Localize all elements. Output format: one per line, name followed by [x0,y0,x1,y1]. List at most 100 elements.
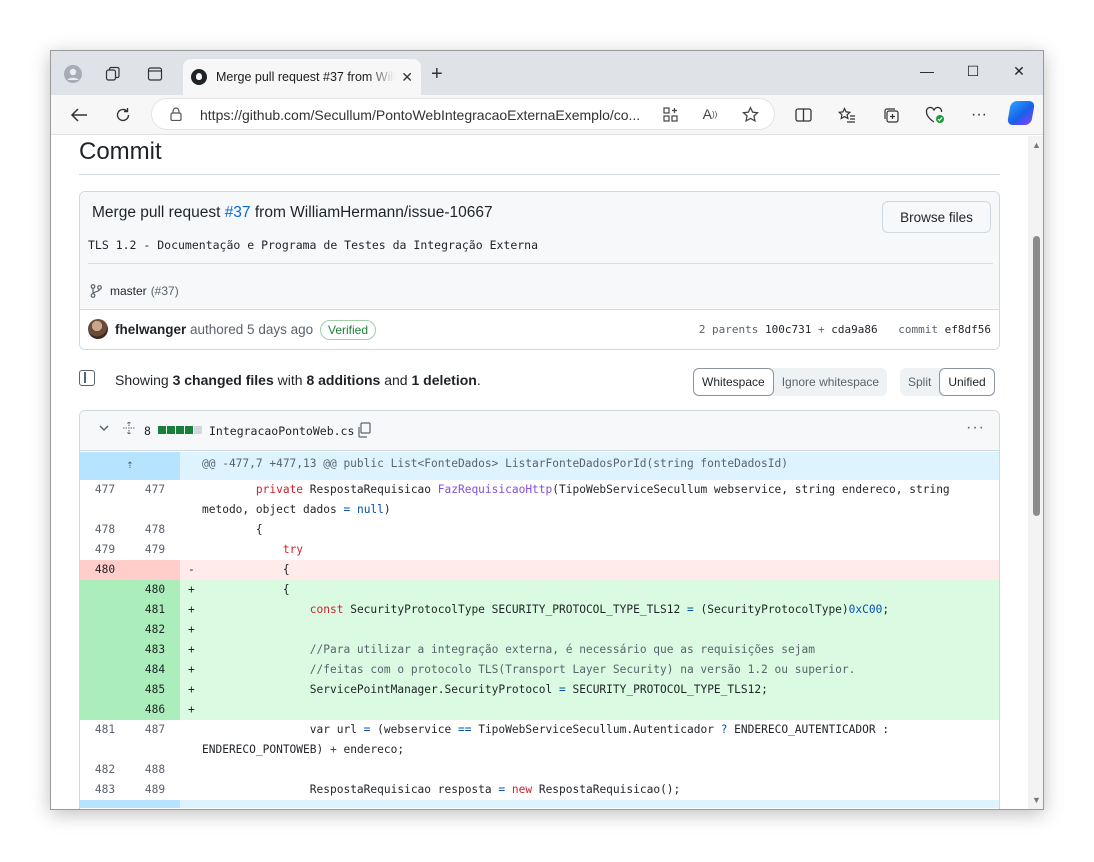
file-name[interactable]: IntegracaoPontoWeb.cs [209,424,354,438]
split-screen-icon[interactable] [791,103,815,127]
app-available-icon[interactable] [660,104,680,124]
url-text[interactable]: https://github.com/Secullum/PontoWebInte… [200,107,650,123]
tab-actions-icon[interactable] [143,62,167,86]
diff-line: 481 487 var url = (webservice == TipoWeb… [80,720,999,760]
parents-info: 2 parents 100c731 + cda9a86 commit ef8df… [699,323,991,336]
file-options-icon[interactable]: ··· [966,419,985,437]
more-icon[interactable]: ··· [967,103,991,127]
browse-files-button[interactable]: Browse files [882,201,991,233]
divider [79,174,1000,175]
copilot-icon[interactable] [1006,101,1036,125]
new-line-number[interactable]: 489 [130,780,180,800]
tab-strip: Merge pull request #37 from WilliamHerma… [51,51,1043,95]
old-line-number[interactable]: 479 [80,540,130,560]
close-window-button[interactable]: ✕ [1009,63,1029,80]
maximize-button[interactable]: ☐ [963,63,983,80]
old-line-number[interactable]: 478 [80,520,130,540]
diffstat-bars [158,426,202,434]
new-line-number[interactable]: 488 [130,760,180,780]
split-button[interactable]: Split [900,368,939,396]
desktop: Merge pull request #37 from WilliamHerma… [0,0,1094,862]
page-content: Commit Merge pull request #37 from Willi… [51,136,1028,809]
page-scrollbar[interactable]: ▲ ▼ [1028,136,1043,809]
move-icon[interactable] [122,421,136,438]
new-line-number[interactable]: 479 [130,540,180,560]
page-title: Commit [79,138,162,165]
github-icon [191,69,207,85]
old-line-number[interactable]: 482 [80,760,130,780]
parent-hash-2[interactable]: cda9a86 [831,323,877,336]
back-icon[interactable] [67,103,91,127]
new-tab-button[interactable]: + [431,63,443,86]
old-line-number[interactable]: 483 [80,780,130,800]
unified-button[interactable]: Unified [939,368,995,396]
close-tab-icon[interactable]: ✕ [401,69,413,86]
summary-period: . [476,372,481,388]
authored-time: authored 5 days ago [186,322,314,337]
copy-icon[interactable] [357,422,371,438]
commit-description: TLS 1.2 - Documentação e Programa de Tes… [88,238,539,252]
hunk-header-row: ⇡ @@ -477,7 +477,13 @@ public List<Fonte… [80,452,999,480]
browser-essentials-icon[interactable] [923,103,947,127]
file-header: 8 IntegracaoPontoWeb.cs ··· [80,411,999,451]
commit-title-suffix: from WilliamHermann/issue-10667 [250,204,493,221]
author-line: fhelwanger authored 5 days ago [115,322,313,337]
avatar[interactable] [88,319,108,339]
old-line-number[interactable]: 477 [80,480,130,520]
summary-deletions: 1 deletion [411,372,477,388]
lock-icon[interactable] [170,107,182,121]
read-aloud-icon[interactable]: A)) [700,104,720,124]
whitespace-button[interactable]: Whitespace [693,368,774,396]
branch-pr[interactable]: (#37) [151,284,179,298]
expand-up-icon[interactable]: ⇡ [80,452,180,480]
new-line-number[interactable]: 483 [130,640,180,660]
chevron-down-icon[interactable] [98,422,110,437]
commit-title: Merge pull request #37 from WilliamHerma… [92,204,493,222]
new-line-number[interactable]: 477 [130,480,180,520]
new-line-number[interactable]: 486 [130,700,180,720]
file-tree-toggle-icon[interactable] [79,370,95,386]
scrollbar-thumb[interactable] [1033,236,1040,516]
summary-additions: 8 additions [306,372,381,388]
new-line-number[interactable]: 485 [130,680,180,700]
old-line-number[interactable]: 481 [80,720,130,760]
new-line-number[interactable]: 482 [130,620,180,640]
whitespace-toggle: Whitespace Ignore whitespace [693,368,888,396]
commit-box: Merge pull request #37 from WilliamHerma… [79,191,1000,350]
branch-name[interactable]: master [110,284,147,298]
parent-hash-1[interactable]: 100c731 [765,323,811,336]
summary-with: with [273,372,307,388]
code-line: var url = (webservice == TipoWebServiceS… [202,723,896,756]
branch-icon [90,284,102,298]
workspaces-icon[interactable] [101,62,125,86]
minimize-button[interactable]: — [917,63,937,79]
address-bar[interactable]: https://github.com/Secullum/PontoWebInte… [151,98,775,130]
file-diff: 8 IntegracaoPontoWeb.cs ··· ⇡ @@ -477,7 … [79,410,1000,809]
active-tab[interactable]: Merge pull request #37 from WilliamHerma… [183,59,421,95]
verified-badge[interactable]: Verified [320,320,377,340]
old-line-number[interactable]: 480 [80,560,130,580]
tab-title: Merge pull request #37 from WilliamHerma… [216,70,395,84]
pr-link[interactable]: #37 [225,204,251,221]
new-line-number[interactable]: 481 [130,600,180,620]
old-line-number [80,640,130,660]
profile-icon[interactable] [61,62,85,86]
new-line-number[interactable]: 484 [130,660,180,680]
scroll-up-icon[interactable]: ▲ [1032,140,1041,150]
new-line-number[interactable]: 487 [130,720,180,760]
author-name[interactable]: fhelwanger [115,322,186,337]
browser-window: Merge pull request #37 from WilliamHerma… [50,50,1044,810]
new-line-number[interactable]: 478 [130,520,180,540]
new-line-number[interactable]: 480 [130,580,180,600]
collections-icon[interactable] [879,103,903,127]
favorites-icon[interactable] [835,103,859,127]
old-line-number [80,660,130,680]
scroll-down-icon[interactable]: ▼ [1032,795,1041,805]
favorite-star-icon[interactable] [740,104,760,124]
diff-view-toggle: Split Unified [900,368,995,396]
ignore-whitespace-button[interactable]: Ignore whitespace [774,368,887,396]
hunk-expander[interactable] [80,800,999,808]
refresh-icon[interactable] [111,103,135,127]
summary-changed: 3 changed files [172,372,274,388]
hunk-header: @@ -477,7 +477,13 @@ public List<FonteDa… [202,457,788,470]
